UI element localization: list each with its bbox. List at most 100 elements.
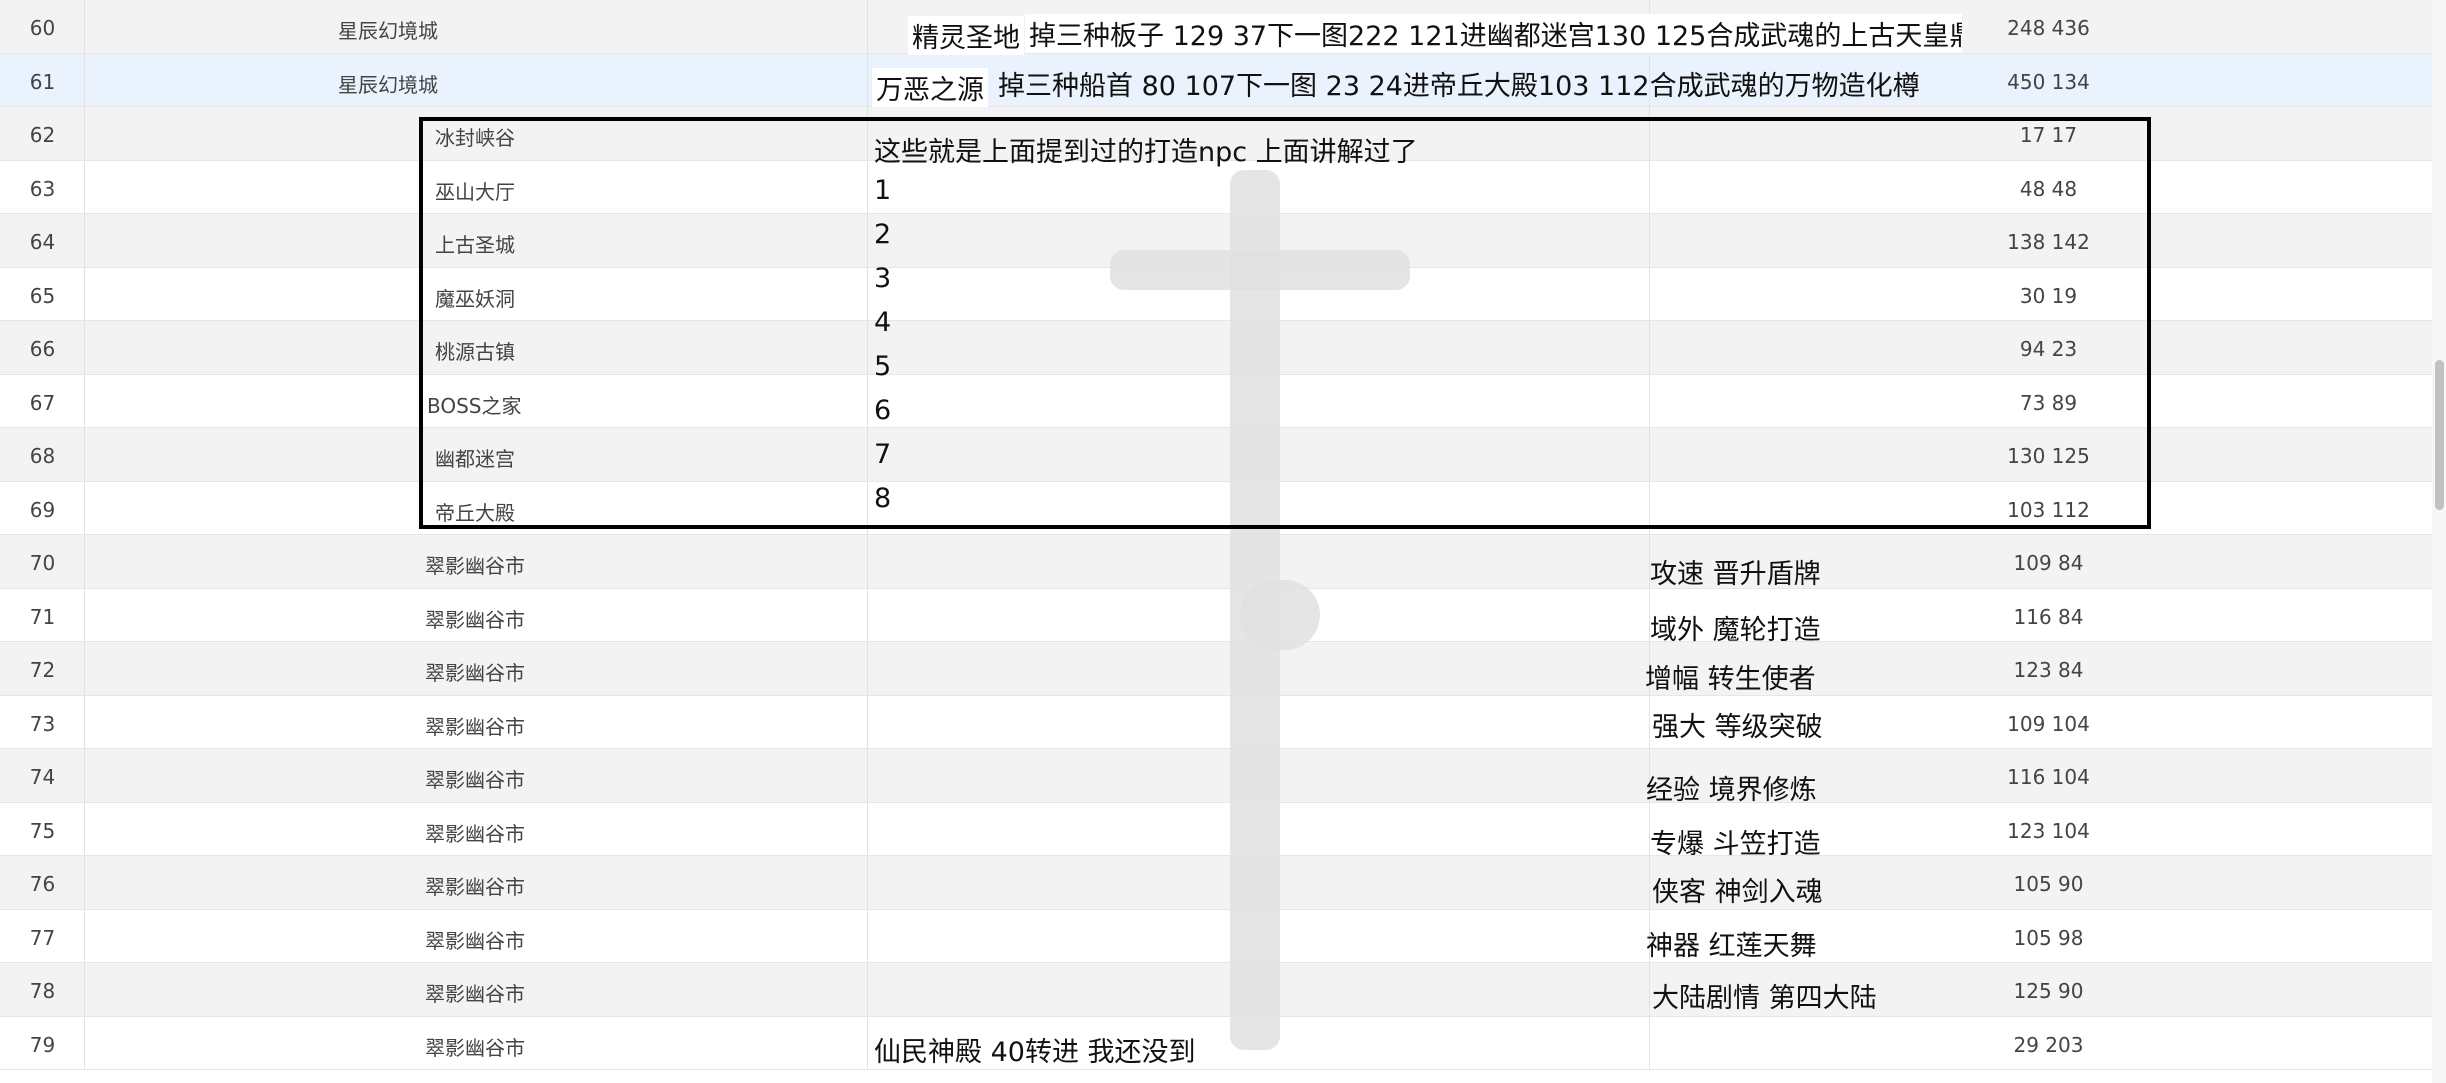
- location-name: 冰封峡谷: [435, 126, 515, 150]
- annotation-list-3: 3: [874, 263, 892, 294]
- annotation-npc-75: 专爆 斗笠打造: [1650, 829, 1821, 860]
- location-name: 翠影幽谷市: [425, 607, 525, 632]
- table-row[interactable]: 69 帝丘大殿 103 112: [0, 481, 2446, 535]
- annotation-npc-77: 神器 红莲天舞: [1646, 931, 1817, 962]
- location-name: 星辰幻境城: [338, 72, 438, 97]
- table-row[interactable]: 66 桃源古镇 94 23: [0, 321, 2446, 375]
- coordinates: 17 17: [2019, 123, 2078, 147]
- table-row[interactable]: 73 翠影幽谷市 109 104: [0, 695, 2446, 749]
- annotation-npc-76: 侠客 神剑入魂: [1652, 877, 1823, 908]
- coordinates: 116 84: [2013, 604, 2084, 629]
- coordinates: 29 203: [2013, 1032, 2084, 1057]
- table-row[interactable]: 76 翠影幽谷市 105 90: [0, 856, 2446, 910]
- row-number: 62: [29, 123, 56, 147]
- location-name: 翠影幽谷市: [425, 821, 525, 846]
- location-name: 翠影幽谷市: [425, 928, 525, 953]
- coordinates: 109 104: [2007, 711, 2090, 736]
- row-number: 60: [29, 16, 56, 40]
- coordinates: 123 104: [2007, 818, 2090, 843]
- location-name: BOSS之家: [427, 393, 522, 418]
- location-name: 翠影幽谷市: [425, 661, 525, 685]
- coordinates: 450 134: [2007, 69, 2090, 94]
- row-number: 78: [29, 979, 56, 1003]
- coordinates: 30 19: [2019, 283, 2078, 308]
- coordinates: 248 436: [2007, 16, 2090, 40]
- row-number: 75: [29, 818, 56, 843]
- coordinates: 130 125: [2007, 444, 2090, 468]
- table-row[interactable]: 71 翠影幽谷市 116 84: [0, 588, 2446, 642]
- location-name: 魔巫妖洞: [435, 286, 515, 311]
- annotation-list-8: 8: [874, 483, 892, 514]
- annotation-row60-name: 精灵圣地: [908, 16, 1024, 55]
- annotation-npc-71: 域外 魔轮打造: [1650, 615, 1821, 646]
- coordinates: 48 48: [2019, 176, 2078, 201]
- annotation-list-4: 4: [874, 307, 892, 338]
- location-name: 翠影幽谷市: [425, 875, 525, 899]
- location-name: 翠影幽谷市: [425, 714, 525, 739]
- annotation-list-6: 6: [874, 395, 892, 426]
- coordinates: 125 90: [2013, 979, 2084, 1003]
- scrollbar-thumb[interactable]: [2435, 360, 2444, 510]
- row-number: 69: [29, 497, 56, 522]
- row-number: 68: [29, 444, 56, 468]
- location-name: 星辰幻境城: [338, 19, 438, 43]
- coordinates: 73 89: [2019, 390, 2078, 415]
- row-number: 63: [29, 176, 56, 201]
- annotation-list-5: 5: [874, 351, 892, 382]
- row-number: 72: [29, 658, 56, 682]
- location-name: 帝丘大殿: [435, 500, 515, 525]
- table-row[interactable]: 68 幽都迷宫 130 125: [0, 428, 2446, 482]
- location-name: 翠影幽谷市: [425, 768, 525, 792]
- row-number: 73: [29, 711, 56, 736]
- location-name: 桃源古镇: [435, 340, 515, 364]
- coordinates: 105 98: [2013, 925, 2084, 950]
- row-number: 71: [29, 604, 56, 629]
- row-number: 74: [29, 765, 56, 789]
- annotation-npc-72: 增幅 转生使者: [1645, 664, 1816, 695]
- annotation-row79-note: 仙民神殿 40转进 我还没到: [874, 1037, 1196, 1068]
- coordinates: 138 142: [2007, 230, 2090, 254]
- row-number: 70: [29, 551, 56, 575]
- scribble-mark: [1110, 250, 1410, 290]
- row-number: 66: [29, 337, 56, 361]
- row-number: 65: [29, 283, 56, 308]
- location-cell[interactable]: [85, 53, 868, 106]
- row-number: 76: [29, 872, 56, 896]
- table-row[interactable]: 67 BOSS之家 73 89: [0, 374, 2446, 428]
- row-number: 79: [29, 1032, 56, 1057]
- table-row[interactable]: 77 翠影幽谷市 105 98: [0, 909, 2446, 963]
- table-row[interactable]: 70 翠影幽谷市 109 84: [0, 535, 2446, 589]
- location-cell[interactable]: [85, 0, 868, 53]
- annotation-npc-74: 经验 境界修炼: [1646, 775, 1817, 806]
- location-name: 上古圣城: [435, 233, 515, 257]
- table-row[interactable]: 75 翠影幽谷市 123 104: [0, 802, 2446, 856]
- coordinates: 103 112: [2007, 497, 2090, 522]
- location-name: 翠影幽谷市: [425, 982, 525, 1006]
- table-row[interactable]: 79 翠影幽谷市 29 203: [0, 1016, 2446, 1070]
- coordinates: 94 23: [2019, 337, 2078, 361]
- annotation-list-1: 1: [874, 175, 892, 206]
- table-row[interactable]: 74 翠影幽谷市 116 104: [0, 749, 2446, 803]
- location-name: 幽都迷宫: [435, 447, 515, 471]
- table-row[interactable]: 78 翠影幽谷市 125 90: [0, 963, 2446, 1017]
- annotation-npc-70: 攻速 晋升盾牌: [1650, 559, 1821, 590]
- coordinates: 116 104: [2007, 765, 2090, 789]
- table-row[interactable]: 72 翠影幽谷市 123 84: [0, 642, 2446, 696]
- coordinates: 105 90: [2013, 872, 2084, 896]
- annotation-list-2: 2: [874, 219, 892, 250]
- coordinates: 123 84: [2013, 658, 2084, 682]
- location-name: 巫山大厅: [435, 179, 515, 204]
- row-number: 77: [29, 925, 56, 950]
- annotation-row61-name: 万恶之源: [872, 68, 988, 107]
- vertical-scrollbar[interactable]: [2432, 0, 2446, 1083]
- scribble-mark: [1240, 580, 1320, 650]
- annotation-npc-78: 大陆剧情 第四大陆: [1652, 983, 1877, 1014]
- annotation-row60-desc: 掉三种板子 129 37下一图222 121进幽都迷宫130 125合成武魂的上…: [1025, 14, 1962, 53]
- location-name: 翠影幽谷市: [425, 1035, 525, 1060]
- row-number: 67: [29, 390, 56, 415]
- coordinates: 109 84: [2013, 551, 2084, 575]
- annotation-list-7: 7: [874, 439, 892, 470]
- annotation-box-note: 这些就是上面提到过的打造npc 上面讲解过了: [874, 137, 1418, 168]
- row-number: 64: [29, 230, 56, 254]
- location-name: 翠影幽谷市: [425, 554, 525, 578]
